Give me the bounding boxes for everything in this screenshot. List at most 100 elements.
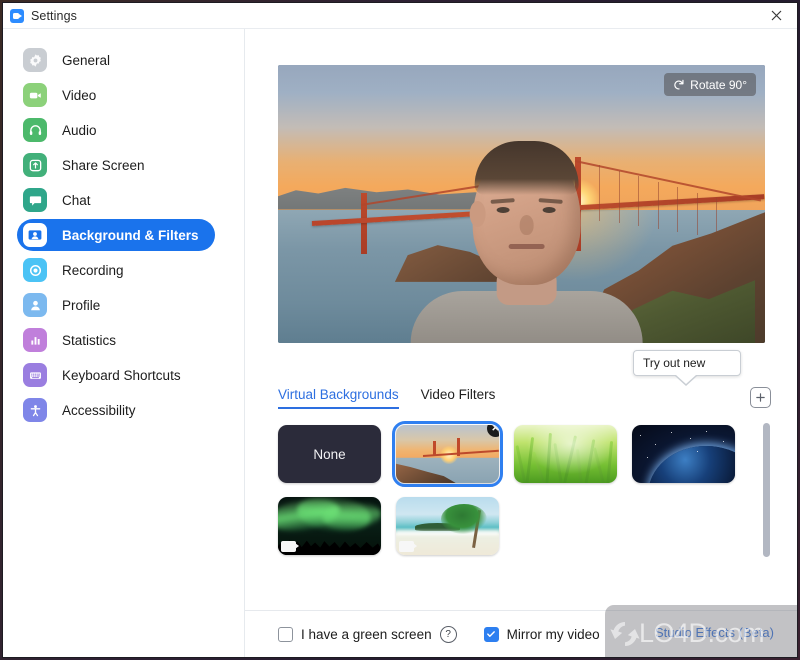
green-screen-checkbox[interactable] — [278, 626, 293, 642]
settings-window: Settings General Video Audio Share Scree… — [3, 3, 797, 657]
gear-icon — [23, 48, 47, 72]
tab-video-filters[interactable]: Video Filters — [421, 387, 496, 409]
palm-fronds — [440, 503, 487, 534]
sidebar-item-label: Chat — [62, 192, 91, 208]
thumbnail-art — [632, 425, 735, 483]
window-title: Settings — [31, 8, 77, 23]
bridge-hanger — [696, 192, 698, 235]
remove-glyph: ✕ — [491, 425, 499, 434]
earth-limb — [648, 445, 735, 483]
sidebar-item-label: Keyboard Shortcuts — [62, 367, 181, 383]
sidebar-item-video[interactable]: Video — [17, 79, 215, 111]
sidebar-item-label: General — [62, 52, 111, 68]
eye-left — [496, 207, 510, 213]
desktop-backdrop: Settings General Video Audio Share Scree… — [0, 0, 800, 660]
mouth — [508, 244, 545, 249]
sidebar-item-label: Video — [62, 87, 97, 103]
sidebar-item-label: Statistics — [62, 332, 117, 348]
help-glyph: ? — [445, 628, 451, 640]
background-thumbnail-wrap: None — [278, 425, 381, 483]
surf-line — [396, 530, 499, 535]
background-filters-panel: Rotate 90° Try out new Virtual Backgroun… — [245, 29, 797, 657]
background-grid-scrollbar[interactable] — [763, 423, 770, 557]
bridge-hanger — [677, 187, 679, 232]
sidebar-item-statistics[interactable]: Statistics — [17, 324, 215, 356]
mirror-video-row: Mirror my video — [483, 626, 600, 642]
background-thumbnail-bridge[interactable]: ✕ — [392, 421, 503, 487]
sidebar-item-profile[interactable]: Profile — [17, 289, 215, 321]
green-screen-row: I have a green screen ? — [278, 625, 457, 643]
upload-icon — [23, 153, 47, 177]
close-icon[interactable] — [755, 3, 797, 28]
person-foreground — [410, 65, 643, 343]
sidebar-item-label: Recording — [62, 262, 124, 278]
sidebar-item-chat[interactable]: Chat — [17, 184, 215, 216]
rotate-90-label: Rotate 90° — [690, 77, 747, 92]
background-thumbnail-aurora[interactable] — [278, 497, 381, 555]
tab-label: Video Filters — [420, 387, 496, 402]
green-screen-label: I have a green screen — [301, 626, 432, 642]
camera-icon — [23, 83, 47, 107]
try-out-new-tooltip: Try out new — [633, 350, 741, 376]
video-camera-badge-icon — [281, 541, 299, 552]
keyboard-icon — [23, 363, 47, 387]
sidebar-item-general[interactable]: General — [17, 44, 215, 76]
avatar-icon — [23, 293, 47, 317]
background-thumbnail-earth[interactable] — [632, 425, 735, 483]
settings-sidebar: General Video Audio Share Screen Chat Ba… — [3, 29, 245, 657]
background-thumbnail-wrap — [632, 425, 735, 483]
mirror-video-label: Mirror my video — [506, 626, 600, 642]
rotate-icon — [673, 79, 685, 91]
thumbnail-art — [514, 425, 617, 483]
add-background-button[interactable] — [750, 387, 771, 408]
ear — [469, 201, 486, 227]
sidebar-item-label: Accessibility — [62, 402, 136, 418]
rotate-90-button[interactable]: Rotate 90° — [664, 73, 756, 96]
background-thumbnail-wrap — [396, 497, 499, 555]
bar-chart-icon — [23, 328, 47, 352]
record-icon — [23, 258, 47, 282]
tab-virtual-backgrounds[interactable]: Virtual Backgrounds — [278, 387, 399, 409]
sidebar-item-keyboard-shortcuts[interactable]: Keyboard Shortcuts — [17, 359, 215, 391]
window-body: General Video Audio Share Screen Chat Ba… — [3, 29, 797, 657]
tooltip-tail-fill — [676, 375, 696, 384]
footer-bar: I have a green screen ? Mirror my video — [245, 610, 797, 657]
headphones-icon — [23, 118, 47, 142]
background-thumbnail-beach[interactable] — [396, 497, 499, 555]
zoom-video-icon — [10, 8, 24, 23]
person-card-icon — [23, 223, 47, 247]
chat-icon — [23, 188, 47, 212]
thumbnail-label: None — [313, 446, 346, 462]
sidebar-item-accessibility[interactable]: Accessibility — [17, 394, 215, 426]
nose — [519, 215, 534, 235]
sidebar-item-share-screen[interactable]: Share Screen — [17, 149, 215, 181]
plus-icon — [755, 392, 766, 403]
sidebar-item-background-and-filters[interactable]: Background & Filters — [17, 219, 215, 251]
background-thumbnail-wrap: ✕ — [392, 421, 503, 487]
virtual-background-grid: None ✕ — [278, 421, 738, 555]
sidebar-item-label: Audio — [62, 122, 97, 138]
accessibility-icon — [23, 398, 47, 422]
sidebar-item-label: Background & Filters — [62, 227, 199, 243]
eye-right — [542, 207, 556, 213]
sidebar-item-recording[interactable]: Recording — [17, 254, 215, 286]
background-thumbnail-wrap — [278, 497, 381, 555]
sidebar-item-label: Share Screen — [62, 157, 145, 173]
video-preview[interactable]: Rotate 90° — [278, 65, 765, 343]
mirror-video-checkbox[interactable] — [483, 626, 499, 642]
background-thumbnail-grass[interactable] — [514, 425, 617, 483]
hair — [474, 141, 579, 195]
background-filters-tabs: Virtual Backgrounds Video Filters — [278, 387, 495, 409]
bridge-tower-left — [360, 192, 367, 255]
sidebar-item-label: Profile — [62, 297, 101, 313]
video-camera-badge-icon — [399, 541, 417, 552]
question-mark-icon[interactable]: ? — [439, 625, 457, 643]
background-thumbnail-wrap — [514, 425, 617, 483]
thumbnail-art — [396, 425, 499, 483]
tooltip-label: Try out new — [643, 356, 706, 370]
sidebar-item-audio[interactable]: Audio — [17, 114, 215, 146]
studio-effects-link[interactable]: Studio Effects (Beta) — [655, 625, 774, 640]
tab-label: Virtual Backgrounds — [278, 387, 399, 402]
title-bar: Settings — [3, 3, 797, 29]
background-thumbnail-none[interactable]: None — [278, 425, 381, 483]
